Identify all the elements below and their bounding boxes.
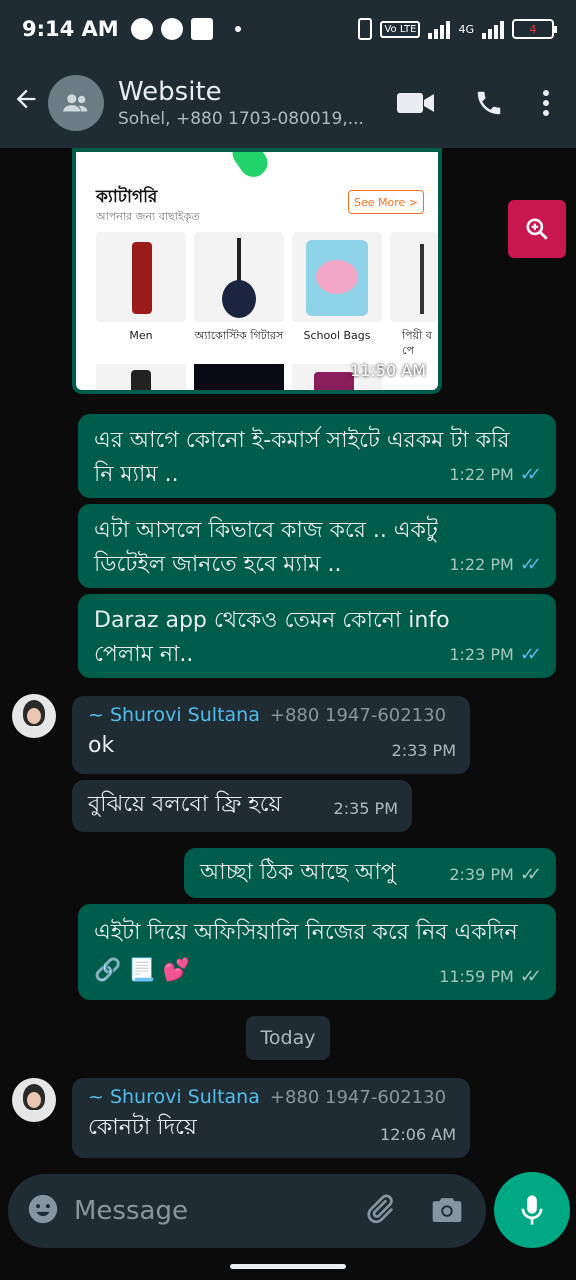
status-bar: 9:14 AM Vo LTE 4G 4 xyxy=(0,0,576,58)
message-meta: 2:39 PM ✓✓ xyxy=(449,858,542,892)
voice-call-icon[interactable] xyxy=(474,88,504,118)
message-outgoing[interactable]: এর আগে কোনো ই-কমার্স সাইটে এরকম টা করি ন… xyxy=(78,414,556,498)
signal-icon-2 xyxy=(482,19,504,39)
message-outgoing[interactable]: আচ্ছা ঠিক আছে আপু 2:39 PM ✓✓ xyxy=(184,848,556,898)
status-time: 9:14 AM xyxy=(22,17,119,41)
message-time: 1:22 PM xyxy=(449,555,514,574)
message-time: 2:33 PM xyxy=(391,741,456,760)
message-outgoing[interactable]: এটা আসলে কিভাবে কাজ করে .. একটু ডিটেইল জ… xyxy=(78,504,556,588)
sender-name[interactable]: ~ Shurovi Sultana xyxy=(88,704,260,726)
image-message-time: 11:50 AM xyxy=(350,361,426,380)
network-type: 4G xyxy=(458,22,474,36)
zoom-in-icon[interactable] xyxy=(508,200,566,258)
video-call-icon[interactable] xyxy=(396,90,436,116)
read-receipt-icon: ✓✓ xyxy=(519,644,542,665)
delivered-receipt-icon: ✓✓ xyxy=(519,864,542,885)
battery-level: 4 xyxy=(529,22,537,36)
composer-actions xyxy=(362,1192,486,1230)
decorative-mark xyxy=(227,152,273,183)
vibrate-icon xyxy=(358,18,373,40)
signal-icon xyxy=(428,19,451,39)
more-options-icon[interactable] xyxy=(542,89,550,117)
message-incoming[interactable]: ~ Shurovi Sultana +880 1947-602130 কোনটা … xyxy=(72,1078,470,1158)
avatar[interactable] xyxy=(12,1078,56,1122)
facebook-icon xyxy=(190,18,213,40)
message-meta: 2:35 PM xyxy=(334,792,398,826)
camera-icon[interactable] xyxy=(430,1194,464,1228)
group-avatar-icon[interactable] xyxy=(48,75,104,131)
product-tile-row2-1 xyxy=(96,364,186,390)
product-tile-men xyxy=(96,232,186,322)
read-receipt-icon: ✓✓ xyxy=(519,554,542,575)
volte-badge: Vo LTE xyxy=(380,20,421,38)
emoji-icon[interactable] xyxy=(26,1192,60,1230)
see-more-link: See More > xyxy=(348,190,424,214)
message-time: 1:23 PM xyxy=(449,645,514,664)
message-incoming[interactable]: ~ Shurovi Sultana +880 1947-602130 ok 2:3… xyxy=(72,696,470,774)
read-receipt-icon: ✓✓ xyxy=(519,464,542,485)
shared-screenshot-image[interactable]: ক্যাটাগরি আপনার জন্য বাছাইকৃত See More >… xyxy=(76,152,438,390)
sender-line: ~ Shurovi Sultana +880 1947-602130 xyxy=(88,702,454,729)
message-meta: 1:22 PM ✓✓ xyxy=(449,458,542,492)
message-time: 12:06 AM xyxy=(380,1125,456,1144)
system-icons: Vo LTE 4G 4 xyxy=(358,18,557,40)
battery-icon: 4 xyxy=(512,19,557,39)
message-meta: 11:59 PM ✓✓ xyxy=(439,960,542,994)
attach-icon[interactable] xyxy=(362,1192,396,1230)
date-divider: Today xyxy=(246,1016,330,1060)
message-input[interactable] xyxy=(74,1196,324,1226)
back-arrow-icon[interactable] xyxy=(12,85,44,121)
home-gesture-handle[interactable] xyxy=(230,1264,346,1269)
message-outgoing[interactable]: Daraz app থেকেও তেমন কোনো info পেলাম না.… xyxy=(78,594,556,678)
header-actions xyxy=(396,88,576,118)
product-tile-partial xyxy=(390,232,438,322)
voice-record-button[interactable] xyxy=(494,1172,570,1248)
chat-header: Website Sohel, +880 1703-080019,... xyxy=(0,58,576,148)
message-time: 11:59 PM xyxy=(439,967,514,986)
product-label-school-bags: School Bags xyxy=(303,329,371,342)
message-time: 1:22 PM xyxy=(449,465,514,484)
microphone-icon xyxy=(521,1195,543,1225)
product-tile-school-bag xyxy=(292,232,382,322)
message-time: 2:39 PM xyxy=(449,865,514,884)
messenger-icon xyxy=(130,18,153,40)
category-subtitle: আপনার জন্য বাছাইকৃত xyxy=(96,210,200,223)
message-meta: 12:06 AM xyxy=(380,1118,456,1152)
chat-title: Website xyxy=(118,77,222,107)
messenger-icon-2 xyxy=(160,18,183,40)
more-notifications-dot-icon xyxy=(234,26,241,32)
product-label-guitar: অ্যাকোস্টিক গিটারস xyxy=(194,329,284,342)
message-outgoing[interactable]: এইটা দিয়ে অফিসিয়ালি নিজের করে নিব একদি… xyxy=(78,904,556,1000)
image-message[interactable]: ক্যাটাগরি আপনার জন্য বাছাইকৃত See More >… xyxy=(72,148,442,394)
avatar[interactable] xyxy=(12,694,56,738)
sender-number: +880 1947-602130 xyxy=(269,1087,447,1108)
message-composer xyxy=(8,1174,486,1248)
chat-area[interactable]: ক্যাটাগরি আপনার জন্য বাছাইকৃত See More >… xyxy=(0,148,576,1170)
chat-title-block[interactable]: Website Sohel, +880 1703-080019,... xyxy=(118,77,368,129)
message-meta: 1:22 PM ✓✓ xyxy=(449,548,542,582)
message-text: এটা আসলে কিভাবে কাজ করে .. একটু ডিটেইল জ… xyxy=(94,518,438,577)
sender-line: ~ Shurovi Sultana +880 1947-602130 xyxy=(88,1084,454,1111)
notification-icons xyxy=(130,18,241,40)
chat-participants: Sohel, +880 1703-080019,... xyxy=(118,109,364,129)
system-nav-bar xyxy=(0,1252,576,1280)
product-label-partial: পিয়ী ব পে xyxy=(402,329,432,357)
product-tile-guitar xyxy=(194,232,284,322)
product-tile-row2-2 xyxy=(194,364,284,390)
sender-name[interactable]: ~ Shurovi Sultana xyxy=(88,1086,260,1108)
sender-number: +880 1947-602130 xyxy=(269,705,447,726)
product-label-men: Men xyxy=(129,329,153,342)
message-time: 2:35 PM xyxy=(333,799,398,818)
delivered-receipt-icon: ✓✓ xyxy=(519,966,542,987)
message-meta: 2:33 PM xyxy=(392,734,456,768)
message-incoming[interactable]: বুঝিয়ে বলবো ফ্রি হয়ে 2:35 PM xyxy=(72,780,412,832)
message-meta: 1:23 PM ✓✓ xyxy=(449,638,542,672)
